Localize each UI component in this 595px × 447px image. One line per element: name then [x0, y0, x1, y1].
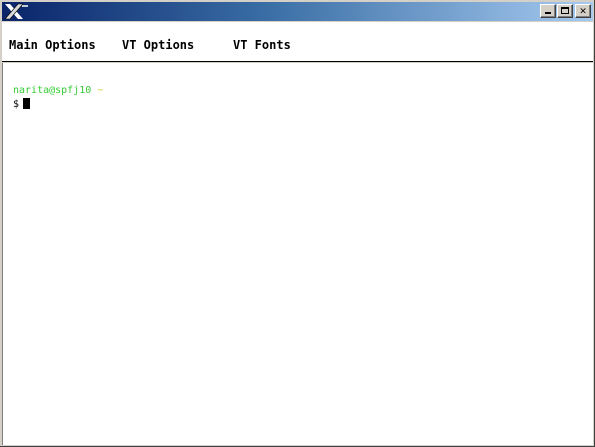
prompt-cwd: ~: [97, 85, 104, 96]
maximize-button[interactable]: [557, 4, 573, 18]
window-controls: ✕: [539, 4, 591, 19]
minimize-icon: [545, 12, 551, 14]
maximize-icon: [561, 7, 569, 14]
xterm-window: ✕ Main Options VT Options VT Fonts narit…: [0, 0, 595, 447]
terminal-area[interactable]: narita@spfj10 ~ $: [2, 63, 593, 445]
close-button[interactable]: ✕: [575, 4, 591, 18]
title-bar[interactable]: ✕: [2, 2, 593, 21]
minimize-button[interactable]: [540, 4, 556, 18]
prompt-symbol: $: [13, 99, 20, 110]
menu-vt-fonts[interactable]: VT Fonts: [233, 38, 291, 52]
prompt-user-host: narita@spfj10: [13, 85, 92, 96]
menu-bar: Main Options VT Options VT Fonts: [2, 22, 593, 62]
menu-vt-options[interactable]: VT Options: [122, 38, 194, 52]
menu-main-options[interactable]: Main Options: [9, 38, 96, 52]
close-icon: ✕: [579, 4, 587, 17]
x-window-system-icon[interactable]: [3, 3, 29, 20]
prompt-input-line: $: [13, 98, 31, 111]
prompt-header: narita@spfj10 ~: [13, 85, 103, 97]
text-cursor: [23, 98, 31, 109]
